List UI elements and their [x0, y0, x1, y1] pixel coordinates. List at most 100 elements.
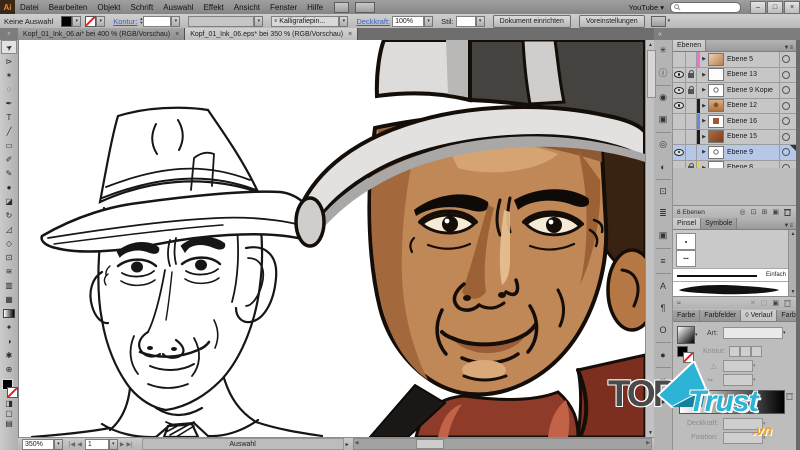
menu-bearbeiten[interactable]: Bearbeiten: [44, 3, 93, 12]
angle-input[interactable]: [723, 360, 753, 372]
fill-color-dropdown[interactable]: ▾: [72, 16, 81, 27]
menu-ansicht[interactable]: Ansicht: [229, 3, 265, 12]
layer-row[interactable]: ▶ Ebene 13: [673, 68, 796, 84]
brush-item-dashed[interactable]: ▪▪▪: [676, 250, 696, 267]
opacity-label[interactable]: Deckkraft:: [356, 17, 390, 26]
pen-tool[interactable]: ✒: [1, 96, 17, 110]
make-mask-icon[interactable]: ⊡: [751, 208, 757, 216]
links-panel-icon[interactable]: ∞: [655, 369, 672, 391]
style-input[interactable]: [456, 16, 476, 27]
gradient-opacity-dropdown[interactable]: ▾: [763, 421, 766, 427]
target-cell[interactable]: [779, 68, 796, 83]
layer-thumbnail[interactable]: [708, 130, 724, 143]
align-dropdown[interactable]: ▾: [668, 18, 671, 24]
menu-objekt[interactable]: Objekt: [92, 3, 125, 12]
eyedropper-tool[interactable]: ✦: [1, 320, 17, 334]
aspect-input[interactable]: [723, 374, 753, 386]
visibility-cell[interactable]: [673, 52, 686, 67]
lock-cell[interactable]: [686, 145, 697, 160]
zoom-level-dropdown[interactable]: ▾: [54, 439, 63, 450]
lock-cell[interactable]: [686, 52, 697, 67]
fill-stroke-indicator[interactable]: [1, 378, 17, 398]
tab-close-icon[interactable]: ×: [175, 31, 179, 38]
gradient-position-dropdown[interactable]: ▾: [763, 435, 766, 441]
zoom-tool[interactable]: ⊕: [1, 362, 17, 376]
gradient-stroke-swatch[interactable]: [683, 352, 694, 363]
menu-effekt[interactable]: Effekt: [198, 3, 228, 12]
align-panel-icon[interactable]: ≣: [655, 203, 672, 225]
brush-item-einfach[interactable]: Einfach: [673, 268, 788, 282]
paintbrush-tool[interactable]: ✐: [1, 152, 17, 166]
rectangle-tool[interactable]: ▭: [1, 138, 17, 152]
first-artboard-icon[interactable]: |◀: [69, 441, 75, 448]
appearance-panel-icon[interactable]: ✳: [655, 40, 672, 62]
remove-brushstroke-icon[interactable]: ✕: [750, 299, 756, 307]
style-dropdown[interactable]: ▾: [476, 16, 485, 27]
target-icon[interactable]: [782, 71, 790, 79]
type-tool[interactable]: T: [1, 110, 17, 124]
direct-selection-tool[interactable]: ⊳: [1, 54, 17, 68]
layer-row[interactable]: ▶ Ebene 12: [673, 99, 796, 115]
width-tool[interactable]: ◇: [1, 236, 17, 250]
maximize-button[interactable]: □: [767, 1, 783, 14]
layer-name[interactable]: Ebene 5: [727, 56, 779, 63]
variable-width-dropdown[interactable]: ▾: [254, 16, 263, 27]
menu-auswahl[interactable]: Auswahl: [158, 3, 198, 12]
layer-thumbnail[interactable]: [708, 115, 724, 128]
brush-definition-dropdown[interactable]: ▾: [339, 16, 348, 27]
selection-tool[interactable]: ➤: [1, 40, 17, 54]
gradient-opacity-input[interactable]: [723, 418, 763, 430]
visibility-cell[interactable]: [673, 99, 686, 114]
layer-thumbnail[interactable]: [708, 84, 724, 97]
expand-icon[interactable]: ▶: [700, 103, 708, 109]
layer-row[interactable]: ▶ Ebene 9 Kopie: [673, 83, 796, 99]
visibility-cell[interactable]: [673, 83, 686, 98]
bridge-icon[interactable]: [334, 2, 349, 13]
tab-pinsel[interactable]: Pinsel: [673, 218, 701, 229]
magic-wand-tool[interactable]: ✶: [1, 68, 17, 82]
target-cell[interactable]: [779, 99, 796, 114]
layer-name[interactable]: Ebene 15: [727, 133, 779, 140]
canvas-horizontal-scrollbar[interactable]: ◀ ▶: [353, 438, 652, 450]
close-button[interactable]: ×: [784, 1, 800, 14]
brush-item-dot[interactable]: [676, 233, 696, 250]
target-cell[interactable]: [779, 145, 796, 160]
scroll-right-icon[interactable]: ▶: [646, 440, 650, 446]
gradient-type-dropdown[interactable]: ▾: [783, 330, 786, 336]
eye-icon[interactable]: [674, 149, 684, 156]
opentype-panel-icon[interactable]: O: [655, 319, 672, 341]
lock-icon[interactable]: [688, 89, 694, 94]
tab-close-icon[interactable]: ×: [348, 31, 352, 38]
stroke-weight-label[interactable]: Kontur:: [113, 17, 137, 26]
locate-object-icon[interactable]: ◎: [740, 208, 746, 216]
draw-normal-mode[interactable]: ◨: [1, 398, 17, 408]
lineart-man[interactable]: [32, 108, 322, 437]
menu-schrift[interactable]: Schrift: [126, 3, 159, 12]
navigator-panel-icon[interactable]: ◉: [655, 87, 672, 109]
lasso-tool[interactable]: ◌: [1, 82, 17, 96]
target-icon[interactable]: [782, 148, 790, 156]
delete-layer-icon[interactable]: [784, 208, 791, 216]
expand-icon[interactable]: ▶: [700, 118, 708, 124]
layer-row[interactable]: ▶ Ebene 9: [673, 145, 796, 161]
arrange-documents-icon[interactable]: [355, 2, 375, 13]
rotate-tool[interactable]: ↻: [1, 208, 17, 222]
layer-row[interactable]: ▶ Ebene 15: [673, 130, 796, 146]
new-brush-icon[interactable]: ▣: [772, 299, 779, 307]
paragraph-panel-icon[interactable]: ¶: [655, 297, 672, 319]
scroll-left-icon[interactable]: ◀: [355, 440, 359, 446]
brush-scrollbar[interactable]: ▲ ▼: [788, 230, 796, 296]
app-logo[interactable]: Ai: [0, 0, 15, 14]
character-panel-icon[interactable]: A: [655, 275, 672, 297]
target-icon[interactable]: [782, 133, 790, 141]
next-artboard-icon[interactable]: ▶: [120, 441, 125, 448]
layer-row[interactable]: ▶ Ebene 16: [673, 114, 796, 130]
minimize-button[interactable]: –: [750, 1, 766, 14]
dock-header[interactable]: «: [654, 28, 800, 40]
dock-edge-strip[interactable]: [796, 28, 800, 450]
stroke-gradient-across[interactable]: [751, 346, 762, 357]
angle-dropdown[interactable]: ▾: [753, 363, 756, 369]
menu-datei[interactable]: Datei: [15, 3, 44, 12]
line-segment-tool[interactable]: ╱: [1, 124, 17, 138]
panel-menu-icon[interactable]: ▼≡: [784, 45, 796, 51]
